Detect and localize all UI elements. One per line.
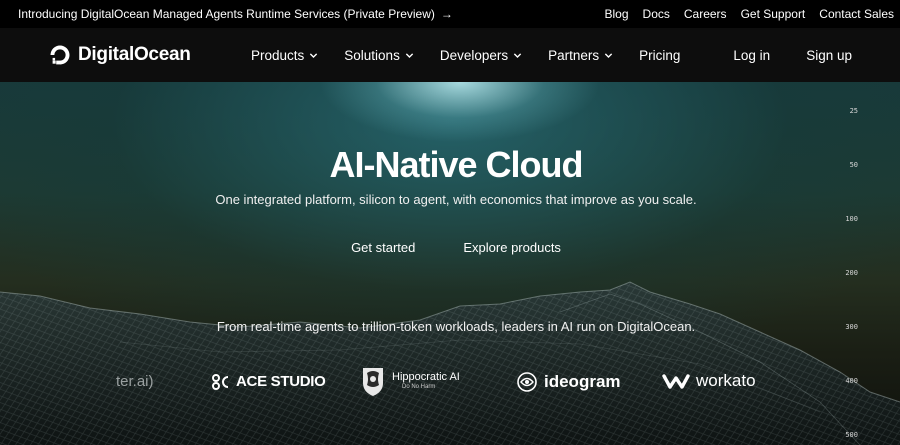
contact-sales-link[interactable]: Contact Sales — [819, 7, 894, 21]
menu-pricing[interactable]: Pricing — [639, 48, 680, 63]
customer-logo-ideogram: ideogram — [516, 371, 621, 393]
hippocratic-crest-icon — [363, 368, 383, 396]
utility-links: Blog Docs Careers Get Support Contact Sa… — [605, 7, 895, 21]
auth-links: Log in Sign up — [733, 28, 852, 82]
ruler-tick: 500 — [845, 431, 858, 439]
customer-logo-hippocratic-ai: Hippocratic AI Do No Harm — [360, 365, 460, 397]
signup-link[interactable]: Sign up — [806, 48, 852, 63]
main-nav: DigitalOcean Products Solutions Develope… — [0, 28, 900, 82]
chevron-down-icon — [310, 52, 318, 58]
blog-link[interactable]: Blog — [605, 7, 629, 21]
primary-menu: Products Solutions Developers Partners P… — [251, 28, 680, 82]
ideogram-mark-icon — [517, 372, 537, 392]
logo-text: Hippocratic AI — [392, 371, 460, 384]
careers-link[interactable]: Careers — [684, 7, 727, 21]
chevron-down-icon — [513, 52, 522, 58]
get-started-button[interactable]: Get started — [351, 240, 415, 255]
customer-logo-carousel: ter.ai) ACE STUDIO Hippocratic AI Do No … — [0, 368, 900, 398]
logo-text: ideogram — [544, 372, 621, 391]
chevron-down-icon — [405, 52, 413, 58]
hero-section: AI-Native Cloud One integrated platform,… — [0, 82, 900, 445]
ace-studio-mark-icon — [212, 373, 229, 390]
ruler-tick: 200 — [845, 269, 858, 277]
explore-products-button[interactable]: Explore products — [463, 240, 561, 255]
menu-solutions[interactable]: Solutions — [344, 48, 414, 63]
logo-text: ter.ai) — [116, 373, 154, 390]
ruler-tick: 300 — [845, 323, 858, 331]
menu-label: Products — [251, 47, 305, 63]
ruler-tick: 25 — [849, 107, 858, 115]
menu-partners[interactable]: Partners — [548, 48, 613, 63]
brand-logo[interactable]: DigitalOcean — [48, 43, 191, 67]
menu-developers[interactable]: Developers — [440, 48, 522, 63]
arrow-right-icon: → — [440, 7, 453, 21]
announcement-link[interactable]: Introducing DigitalOcean Managed Agents … — [18, 7, 453, 21]
chevron-down-icon — [605, 52, 613, 58]
announcement-text: Introducing DigitalOcean Managed Agents … — [18, 7, 435, 21]
workato-mark-icon — [662, 374, 690, 389]
hero-title: AI-Native Cloud — [329, 144, 583, 185]
ruler-tick: 400 — [845, 377, 858, 385]
customer-logo-clipped: ter.ai) — [116, 373, 154, 390]
hero-subtitle: One integrated platform, silicon to agen… — [215, 192, 697, 207]
announcement-bar: Introducing DigitalOcean Managed Agents … — [0, 0, 900, 28]
customer-logo-ace-studio: ACE STUDIO — [212, 373, 326, 390]
trust-line: From real-time agents to trillion-token … — [216, 319, 696, 334]
menu-label: Developers — [439, 47, 509, 63]
logo-text: workato — [696, 371, 756, 390]
ruler-tick: 50 — [849, 161, 858, 169]
customer-logo-workato: workato — [662, 371, 756, 391]
get-support-link[interactable]: Get Support — [741, 7, 806, 21]
menu-products[interactable]: Products — [251, 48, 318, 63]
menu-label: Partners — [548, 47, 600, 63]
brand-name: DigitalOcean — [78, 44, 191, 65]
menu-label: Pricing — [639, 47, 681, 63]
login-link[interactable]: Log in — [733, 48, 770, 63]
digitalocean-logo-icon — [50, 45, 70, 65]
scroll-scale-ruler: 25 50 100 200 300 400 500 — [845, 82, 900, 445]
ruler-tick: 100 — [845, 215, 858, 223]
docs-link[interactable]: Docs — [643, 7, 670, 21]
logo-tagline: Do No Harm — [402, 383, 436, 390]
hero-cta-group: Get started Explore products — [0, 240, 900, 255]
logo-text: ACE STUDIO — [236, 373, 326, 390]
menu-label: Solutions — [344, 47, 400, 63]
